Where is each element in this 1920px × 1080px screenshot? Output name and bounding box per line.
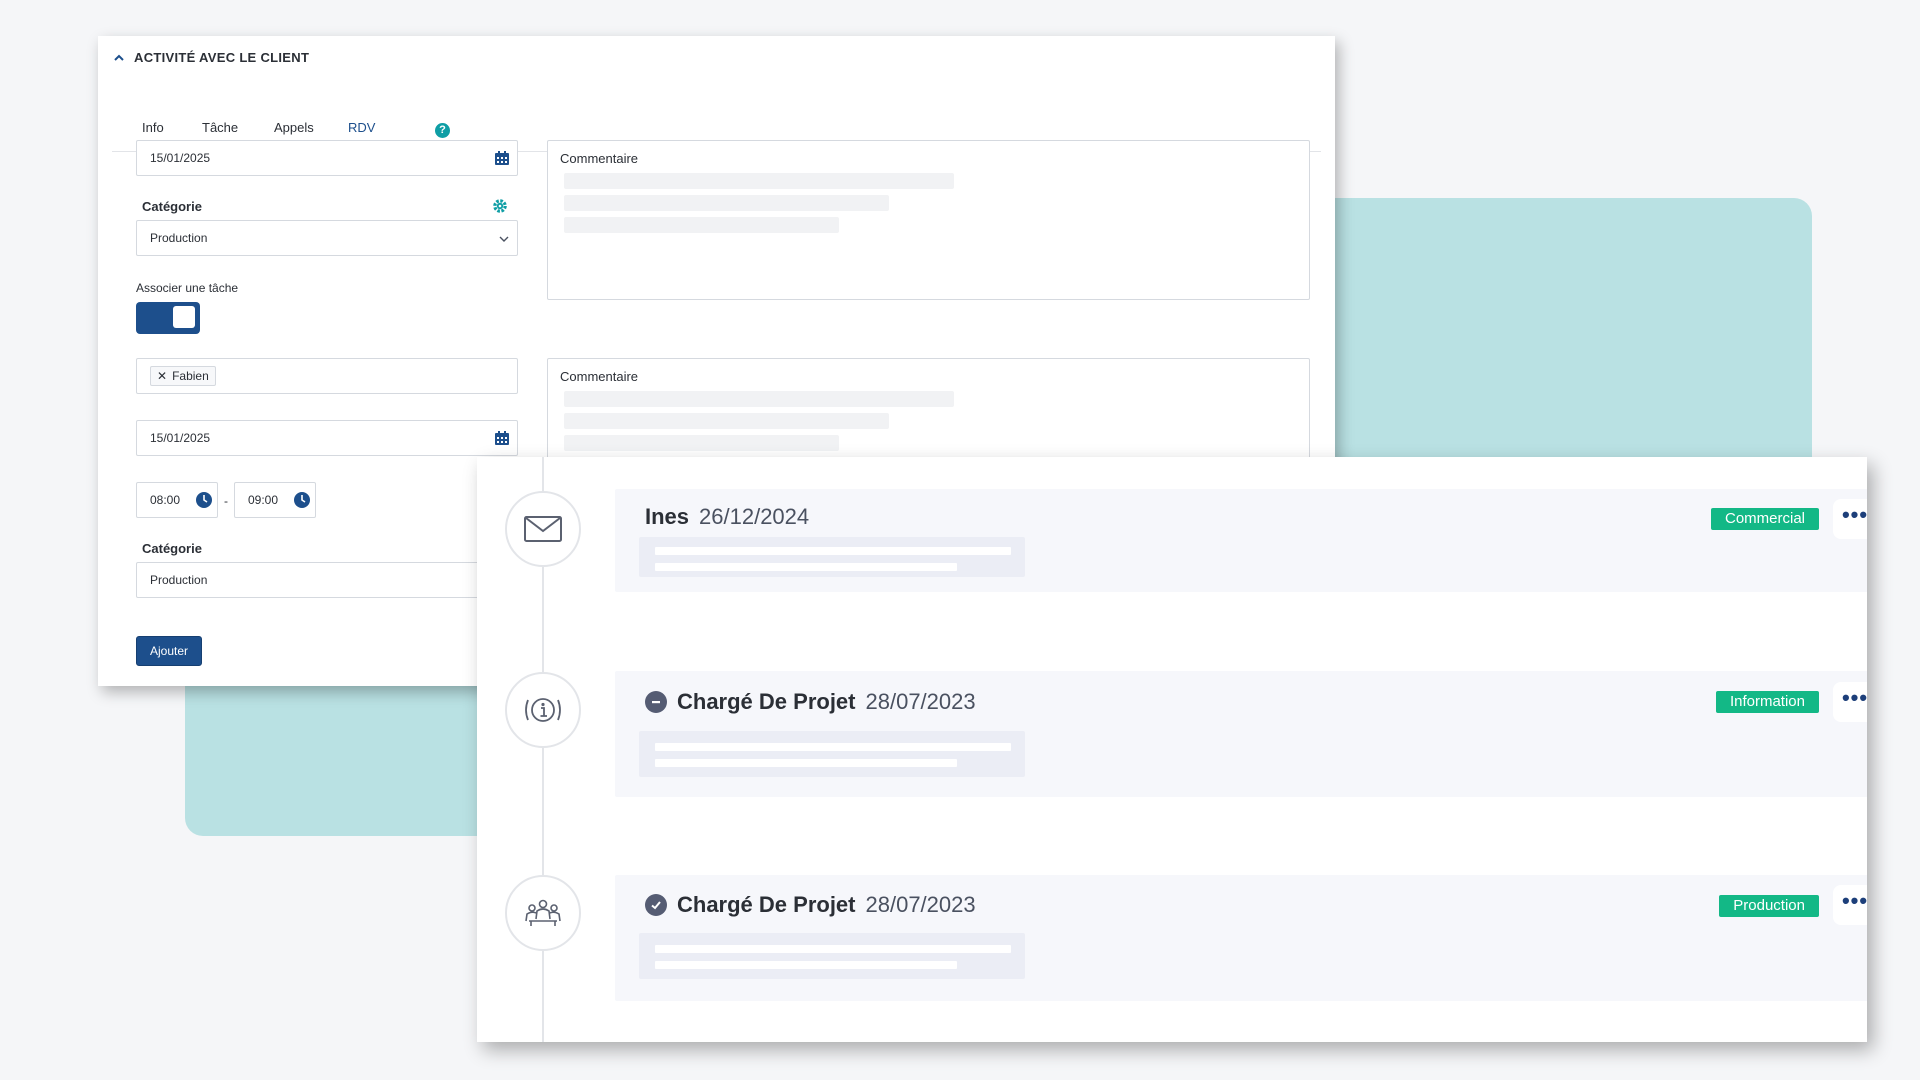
card-author: Chargé De Projet bbox=[677, 892, 856, 917]
category-select-value-2: Production bbox=[150, 573, 208, 587]
card-author: Chargé De Projet bbox=[677, 689, 856, 714]
card-date: 26/12/2024 bbox=[699, 504, 810, 529]
placeholder-line bbox=[655, 563, 957, 571]
associate-task-toggle[interactable] bbox=[136, 302, 200, 334]
time-separator: - bbox=[224, 494, 228, 508]
section-title: ACTIVITÉ AVEC LE CLIENT bbox=[134, 50, 310, 65]
date-value: 15/01/2025 bbox=[150, 151, 211, 165]
pending-status-icon bbox=[645, 691, 667, 713]
card-title: Chargé De Projet 28/07/2023 bbox=[645, 689, 976, 715]
info-meeting-icon bbox=[525, 698, 561, 722]
chevron-up-icon[interactable] bbox=[112, 51, 126, 65]
associate-task-label: Associer une tâche bbox=[136, 281, 239, 295]
clock-icon[interactable] bbox=[293, 491, 311, 509]
help-icon[interactable]: ? bbox=[435, 123, 450, 138]
calendar-icon[interactable] bbox=[494, 150, 510, 166]
remove-chip-icon[interactable]: ✕ bbox=[157, 369, 167, 383]
timeline-card[interactable]: Chargé De Projet 28/07/2023 Information … bbox=[615, 671, 1867, 797]
placeholder-line bbox=[564, 173, 954, 189]
start-time-value: 08:00 bbox=[150, 493, 181, 507]
placeholder-line bbox=[564, 413, 889, 429]
assignee-field[interactable]: ✕ Fabien bbox=[136, 358, 518, 394]
comment-label-2: Commentaire bbox=[560, 369, 639, 384]
timeline-node bbox=[505, 672, 581, 748]
section-header[interactable]: ACTIVITÉ AVEC LE CLIENT bbox=[112, 50, 309, 65]
category-label-2: Catégorie bbox=[142, 541, 202, 556]
calendar-icon[interactable] bbox=[494, 430, 510, 446]
category-select[interactable]: Production bbox=[136, 220, 518, 256]
clock-icon[interactable] bbox=[195, 491, 213, 509]
assignee-chip: ✕ Fabien bbox=[150, 366, 216, 386]
date-field[interactable]: 15/01/2025 bbox=[136, 140, 518, 176]
placeholder-line bbox=[655, 945, 1011, 953]
more-options-button[interactable]: ••• bbox=[1833, 885, 1867, 925]
date-field-2[interactable]: 15/01/2025 bbox=[136, 420, 518, 456]
card-preview bbox=[639, 731, 1025, 777]
card-preview bbox=[639, 537, 1025, 577]
card-author: Ines bbox=[645, 504, 690, 529]
category-tag: Production bbox=[1719, 895, 1819, 917]
more-options-button[interactable]: ••• bbox=[1833, 682, 1867, 722]
activity-timeline-panel: Ines 26/12/2024 Commercial ••• Chargé De… bbox=[477, 457, 1867, 1042]
placeholder-line bbox=[564, 195, 889, 211]
end-time-field[interactable]: 09:00 bbox=[234, 482, 316, 518]
toggle-knob bbox=[173, 306, 195, 328]
start-time-field[interactable]: 08:00 bbox=[136, 482, 218, 518]
placeholder-line bbox=[655, 961, 957, 969]
assignee-chip-label: Fabien bbox=[172, 369, 209, 383]
category-tag: Commercial bbox=[1710, 508, 1819, 530]
gear-icon[interactable] bbox=[492, 198, 508, 214]
timeline-node bbox=[505, 875, 581, 951]
date-value-2: 15/01/2025 bbox=[150, 431, 211, 445]
timeline-node bbox=[505, 491, 581, 567]
envelope-icon bbox=[524, 516, 562, 542]
placeholder-line bbox=[655, 547, 1011, 555]
card-date: 28/07/2023 bbox=[865, 892, 976, 917]
category-tag: Information bbox=[1715, 691, 1819, 713]
card-date: 28/07/2023 bbox=[865, 689, 976, 714]
group-icon bbox=[525, 899, 561, 926]
end-time-value: 09:00 bbox=[248, 493, 279, 507]
category-select-2[interactable]: Production bbox=[136, 562, 518, 598]
placeholder-line bbox=[564, 391, 954, 407]
done-status-icon bbox=[645, 894, 667, 916]
placeholder-line bbox=[655, 759, 957, 767]
more-options-button[interactable]: ••• bbox=[1833, 499, 1867, 539]
add-button[interactable]: Ajouter bbox=[136, 636, 202, 666]
comment-textarea[interactable]: Commentaire bbox=[547, 140, 1310, 300]
category-select-value: Production bbox=[150, 231, 208, 245]
timeline-card[interactable]: Chargé De Projet 28/07/2023 Production •… bbox=[615, 875, 1867, 1001]
chevron-down-icon[interactable] bbox=[498, 235, 510, 243]
placeholder-line bbox=[564, 435, 839, 451]
card-title: Chargé De Projet 28/07/2023 bbox=[645, 892, 976, 918]
card-title: Ines 26/12/2024 bbox=[645, 504, 809, 530]
placeholder-line bbox=[655, 743, 1011, 751]
card-preview bbox=[639, 933, 1025, 979]
comment-label: Commentaire bbox=[560, 151, 639, 166]
timeline-card[interactable]: Ines 26/12/2024 Commercial ••• bbox=[615, 489, 1867, 592]
placeholder-line bbox=[564, 217, 839, 233]
category-label: Catégorie bbox=[142, 199, 202, 214]
